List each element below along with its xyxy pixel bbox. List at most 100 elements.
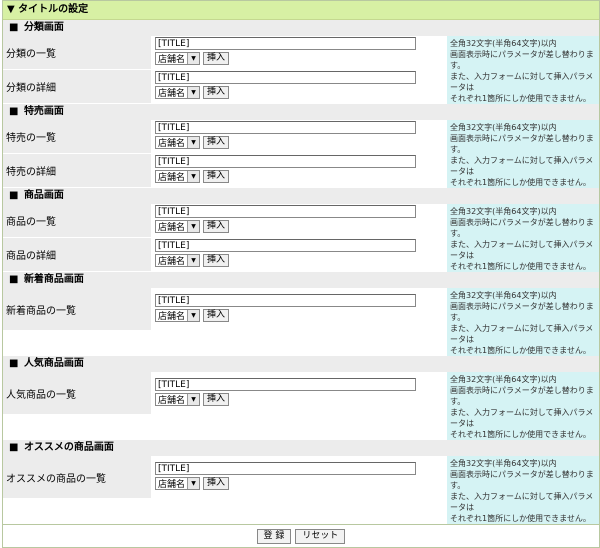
section-marker-icon: ■	[9, 106, 19, 117]
title-input[interactable]: [TITLE]	[155, 37, 416, 50]
row-label: 特売の一覧	[3, 120, 151, 153]
help-note-line: それぞれ1箇所にしか使用できません。	[450, 94, 591, 103]
insert-controls: 店舗名 ▼ 挿入	[155, 86, 447, 99]
insert-button[interactable]: 挿入	[203, 254, 230, 267]
parameter-select-value: 店舗名	[158, 396, 186, 406]
help-note-line: それぞれ1箇所にしか使用できません。	[450, 262, 591, 271]
section-marker-icon: ■	[9, 22, 19, 33]
setting-row: 特売の詳細 [TITLE] 店舗名 ▼ 挿入	[3, 154, 447, 188]
section-body: 特売の一覧 [TITLE] 店舗名 ▼ 挿入 特売の詳細 [TITLE] 店舗名 ▼ 挿入 全角32…	[3, 120, 599, 188]
title-input[interactable]: [TITLE]	[155, 239, 416, 252]
row-label: 分類の詳細	[3, 70, 151, 103]
help-note: 全角32文字(半角64文字)以内 画面表示時にパラメータが差し替わります。 また、入…	[447, 456, 599, 524]
insert-controls: 店舗名 ▼ 挿入	[155, 136, 447, 149]
section-body: 人気商品の一覧 [TITLE] 店舗名 ▼ 挿入 全角32文字(半角64文字)以内 画面表示…	[3, 372, 599, 440]
help-note: 全角32文字(半角64文字)以内 画面表示時にパラメータが差し替わります。 また、入…	[447, 288, 599, 356]
help-note-line: 全角32文字(半角64文字)以内	[450, 207, 557, 216]
section-header: ■ 人気商品画面	[3, 356, 599, 372]
insert-controls: 店舗名 ▼ 挿入	[155, 170, 447, 183]
section-title: 分類画面	[23, 22, 64, 33]
row-control: [TITLE] 店舗名 ▼ 挿入	[151, 120, 447, 153]
dropdown-arrow-icon[interactable]: ▼	[187, 87, 200, 98]
parameter-select[interactable]: 店舗名 ▼	[155, 309, 201, 322]
register-button[interactable]: 登 録	[256, 528, 292, 544]
row-label: 分類の一覧	[3, 36, 151, 69]
insert-controls: 店舗名 ▼ 挿入	[155, 52, 447, 65]
help-note: 全角32文字(半角64文字)以内 画面表示時にパラメータが差し替わります。 また、入…	[447, 372, 599, 440]
panel-title: ▼ タイトルの設定	[3, 1, 599, 20]
row-label: オススメの商品の一覧	[3, 456, 151, 498]
parameter-select[interactable]: 店舗名 ▼	[155, 136, 201, 149]
section-title: 商品画面	[23, 190, 64, 201]
row-control: [TITLE] 店舗名 ▼ 挿入	[151, 36, 447, 69]
insert-button[interactable]: 挿入	[203, 309, 230, 322]
title-input[interactable]: [TITLE]	[155, 462, 416, 475]
help-note-line: 画面表示時にパラメータが差し替わります。	[450, 386, 594, 406]
row-control: [TITLE] 店舗名 ▼ 挿入	[151, 70, 447, 103]
dropdown-arrow-icon[interactable]: ▼	[187, 310, 200, 321]
parameter-select[interactable]: 店舗名 ▼	[155, 254, 201, 267]
section-body: オススメの商品の一覧 [TITLE] 店舗名 ▼ 挿入 全角32文字(半角64文字)以内画…	[3, 456, 599, 524]
title-input[interactable]: [TITLE]	[155, 155, 416, 168]
setting-row: 人気商品の一覧 [TITLE] 店舗名 ▼ 挿入	[3, 372, 447, 415]
setting-row: 分類の一覧 [TITLE] 店舗名 ▼ 挿入	[3, 36, 447, 70]
section-header: ■ 特売画面	[3, 104, 599, 120]
parameter-select[interactable]: 店舗名 ▼	[155, 170, 201, 183]
help-note-line: また、入力フォームに対して挿入パラメータは	[450, 324, 594, 344]
row-control: [TITLE] 店舗名 ▼ 挿入	[151, 372, 447, 414]
help-note-line: それぞれ1箇所にしか使用できません。	[450, 346, 591, 355]
insert-button[interactable]: 挿入	[203, 477, 230, 490]
title-input[interactable]: [TITLE]	[155, 378, 416, 391]
dropdown-arrow-icon[interactable]: ▼	[187, 394, 200, 405]
insert-button[interactable]: 挿入	[203, 136, 230, 149]
parameter-select-value: 店舗名	[158, 480, 186, 490]
parameter-select-value: 店舗名	[158, 139, 186, 149]
insert-button[interactable]: 挿入	[203, 393, 230, 406]
help-note-line: 全角32文字(半角64文字)以内	[450, 123, 557, 132]
dropdown-arrow-icon[interactable]: ▼	[187, 221, 200, 232]
row-control: [TITLE] 店舗名 ▼ 挿入	[151, 456, 447, 498]
help-note-line: また、入力フォームに対して挿入パラメータは	[450, 408, 594, 428]
section-header: ■ 新着商品画面	[3, 272, 599, 288]
parameter-select[interactable]: 店舗名 ▼	[155, 86, 201, 99]
title-input[interactable]: [TITLE]	[155, 71, 416, 84]
help-note-line: また、入力フォームに対して挿入パラメータは	[450, 492, 594, 512]
parameter-select[interactable]: 店舗名 ▼	[155, 220, 201, 233]
title-input[interactable]: [TITLE]	[155, 294, 416, 307]
title-input[interactable]: [TITLE]	[155, 205, 416, 218]
help-note-line: それぞれ1箇所にしか使用できません。	[450, 178, 591, 187]
parameter-select[interactable]: 店舗名 ▼	[155, 393, 201, 406]
dropdown-arrow-icon[interactable]: ▼	[187, 478, 200, 489]
sections-container: ■ 分類画面 分類の一覧 [TITLE] 店舗名 ▼ 挿入 分類の詳細 [TITLE] 店舗名 ▼…	[3, 20, 599, 524]
dropdown-arrow-icon[interactable]: ▼	[187, 171, 200, 182]
help-note-line: 画面表示時にパラメータが差し替わります。	[450, 134, 594, 154]
insert-button[interactable]: 挿入	[203, 170, 230, 183]
parameter-select[interactable]: 店舗名 ▼	[155, 477, 201, 490]
insert-button[interactable]: 挿入	[203, 52, 230, 65]
title-input[interactable]: [TITLE]	[155, 121, 416, 134]
title-settings-panel: ▼ タイトルの設定 ■ 分類画面 分類の一覧 [TITLE] 店舗名 ▼ 挿入 分類の詳細[…	[2, 0, 600, 548]
parameter-select[interactable]: 店舗名 ▼	[155, 52, 201, 65]
reset-button[interactable]: リセット	[295, 528, 346, 544]
section-header: ■ 分類画面	[3, 20, 599, 36]
setting-row: オススメの商品の一覧 [TITLE] 店舗名 ▼ 挿入	[3, 456, 447, 499]
help-note: 全角32文字(半角64文字)以内 画面表示時にパラメータが差し替わります。 また、入…	[447, 36, 599, 104]
dropdown-arrow-icon[interactable]: ▼	[187, 53, 200, 64]
section-rows: 特売の一覧 [TITLE] 店舗名 ▼ 挿入 特売の詳細 [TITLE] 店舗名 ▼ 挿入	[3, 120, 447, 188]
form-footer: 登 録 リセット	[3, 524, 599, 547]
dropdown-arrow-icon[interactable]: ▼	[187, 137, 200, 148]
insert-controls: 店舗名 ▼ 挿入	[155, 254, 447, 267]
help-note-line: また、入力フォームに対して挿入パラメータは	[450, 156, 594, 176]
section-header: ■ オススメの商品画面	[3, 440, 599, 456]
section-marker-icon: ■	[9, 358, 19, 369]
help-note-line: それぞれ1箇所にしか使用できません。	[450, 514, 591, 523]
help-note-line: 画面表示時にパラメータが差し替わります。	[450, 50, 594, 70]
row-control: [TITLE] 店舗名 ▼ 挿入	[151, 238, 447, 271]
row-label: 新着商品の一覧	[3, 288, 151, 330]
section-rows: 商品の一覧 [TITLE] 店舗名 ▼ 挿入 商品の詳細 [TITLE] 店舗名 ▼ 挿入	[3, 204, 447, 272]
insert-button[interactable]: 挿入	[203, 86, 230, 99]
section-title: 新着商品画面	[23, 274, 84, 285]
dropdown-arrow-icon[interactable]: ▼	[187, 255, 200, 266]
insert-button[interactable]: 挿入	[203, 220, 230, 233]
help-note-line: 全角32文字(半角64文字)以内	[450, 291, 557, 300]
